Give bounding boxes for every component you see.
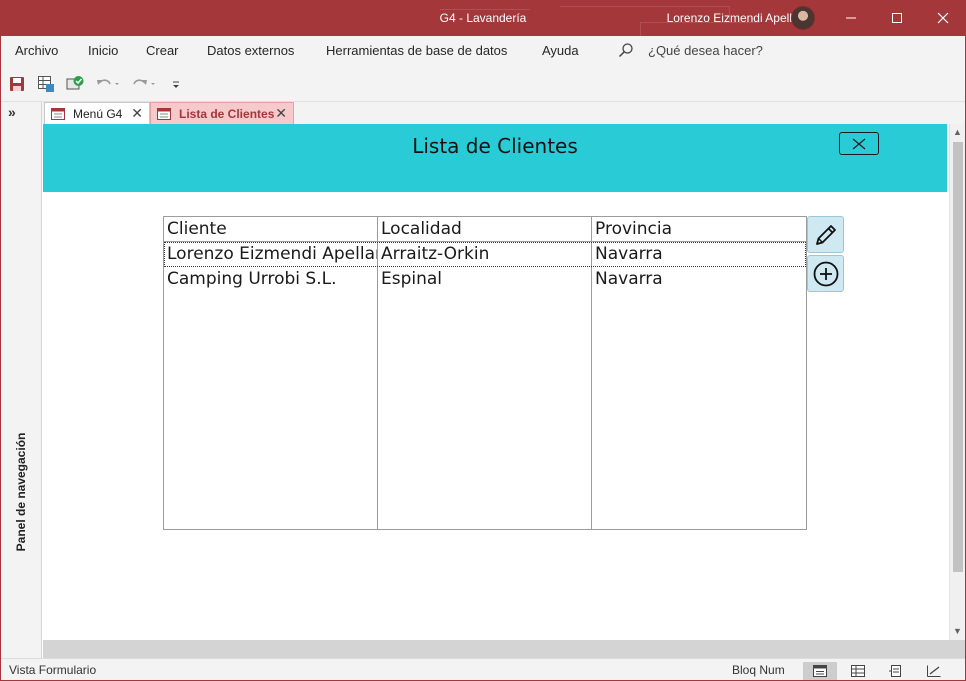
column-header-provincia[interactable]: Provincia [592, 217, 806, 242]
status-bar: Vista Formulario Bloq Num [0, 658, 966, 681]
cell-localidad[interactable]: Arraitz-Orkin [378, 242, 591, 267]
close-tab-icon[interactable]: ✕ [275, 105, 287, 122]
datasheet-view-button[interactable] [841, 662, 875, 680]
maximize-icon [892, 13, 902, 23]
form-lista-de-clientes: Lista de Clientes Cliente Localidad Prov… [43, 124, 949, 640]
close-tab-icon[interactable]: ✕ [131, 105, 143, 122]
add-client-button[interactable] [807, 255, 844, 292]
cell-localidad[interactable]: Espinal [378, 267, 591, 292]
tab-label: Menú G4 [73, 106, 123, 121]
search-icon[interactable] [618, 42, 634, 58]
close-icon [852, 138, 866, 149]
form-header: Lista de Clientes [43, 124, 947, 192]
pencil-icon [815, 224, 836, 245]
avatar[interactable] [791, 6, 815, 30]
minimize-icon [846, 17, 856, 19]
num-lock-indicator: Bloq Num [732, 663, 785, 677]
layout-view-button[interactable] [879, 662, 913, 680]
close-form-button[interactable] [839, 132, 879, 155]
minimize-button[interactable] [828, 0, 874, 36]
tab-lista-de-clientes[interactable]: Lista de Clientes ✕ [150, 102, 294, 124]
navigation-pane-label[interactable]: Panel de navegación [14, 433, 28, 552]
navigation-pane[interactable]: » Panel de navegación [0, 102, 42, 658]
cell-cliente[interactable]: Camping Urrobi S.L. [164, 267, 377, 292]
menu-ayuda[interactable]: Ayuda [542, 36, 579, 66]
customize-icon[interactable] [170, 75, 182, 93]
tab-menu-g4[interactable]: Menú G4 ✕ [44, 102, 150, 124]
close-icon [937, 12, 949, 24]
plus-circle-icon [813, 261, 838, 286]
view-mode-text: Vista Formulario [9, 663, 97, 677]
clients-datasheet: Cliente Localidad Provincia Lorenzo Eizm… [163, 216, 807, 530]
datasheet-view-icon [851, 665, 865, 677]
form-view-button[interactable] [803, 662, 837, 680]
form-icon [51, 107, 65, 120]
document-tabs: Menú G4 ✕ Lista de Clientes ✕ [42, 102, 966, 124]
datasheet-view-icon[interactable] [37, 75, 55, 93]
table-row[interactable]: Lorenzo Eizmendi Apellaniz Arraitz-Orkin… [164, 242, 806, 267]
quick-access-toolbar [0, 66, 966, 102]
redo-icon[interactable] [131, 75, 157, 93]
double-chevron-right-icon[interactable]: » [8, 104, 16, 120]
header-row: Cliente Localidad Provincia [164, 217, 806, 242]
scrollbar-thumb[interactable] [953, 142, 963, 572]
form-footer-bar [43, 640, 966, 658]
undo-icon[interactable] [95, 75, 121, 93]
menu-archivo[interactable]: Archivo [15, 36, 58, 66]
scroll-down-icon[interactable]: ▼ [953, 626, 962, 636]
design-view-button[interactable] [917, 662, 951, 680]
table-row[interactable]: Camping Urrobi S.L. Espinal Navarra [164, 267, 806, 292]
edit-client-button[interactable] [807, 216, 844, 253]
vertical-scrollbar[interactable]: ▲ ▼ [949, 124, 966, 640]
menu-datos-externos[interactable]: Datos externos [207, 36, 294, 66]
cell-provincia[interactable]: Navarra [592, 242, 806, 267]
tab-label: Lista de Clientes [179, 106, 275, 121]
layout-view-icon [889, 665, 901, 677]
sync-check-icon[interactable] [66, 75, 84, 93]
cell-cliente[interactable]: Lorenzo Eizmendi Apellaniz [164, 242, 377, 267]
form-view-icon [813, 665, 827, 677]
cell-provincia[interactable]: Navarra [592, 267, 806, 292]
form-title: Lista de Clientes [412, 134, 578, 158]
design-view-icon [927, 665, 941, 677]
tell-me-input[interactable]: ¿Qué desea hacer? [648, 36, 763, 66]
ribbon-menu-bar: Archivo Inicio Crear Datos externos Herr… [0, 36, 966, 66]
form-icon [157, 107, 171, 120]
title-bar: G4 - Lavandería Lorenzo Eizmendi Apellan… [0, 0, 966, 36]
maximize-button[interactable] [874, 0, 920, 36]
save-icon[interactable] [8, 75, 26, 93]
close-window-button[interactable] [920, 0, 966, 36]
scroll-up-icon[interactable]: ▲ [953, 127, 962, 137]
column-header-localidad[interactable]: Localidad [378, 217, 591, 242]
menu-inicio[interactable]: Inicio [88, 36, 118, 66]
menu-crear[interactable]: Crear [146, 36, 179, 66]
menu-herramientas-bd[interactable]: Herramientas de base de datos [326, 36, 507, 66]
column-header-cliente[interactable]: Cliente [164, 217, 377, 242]
window-title: G4 - Lavandería [439, 11, 527, 25]
